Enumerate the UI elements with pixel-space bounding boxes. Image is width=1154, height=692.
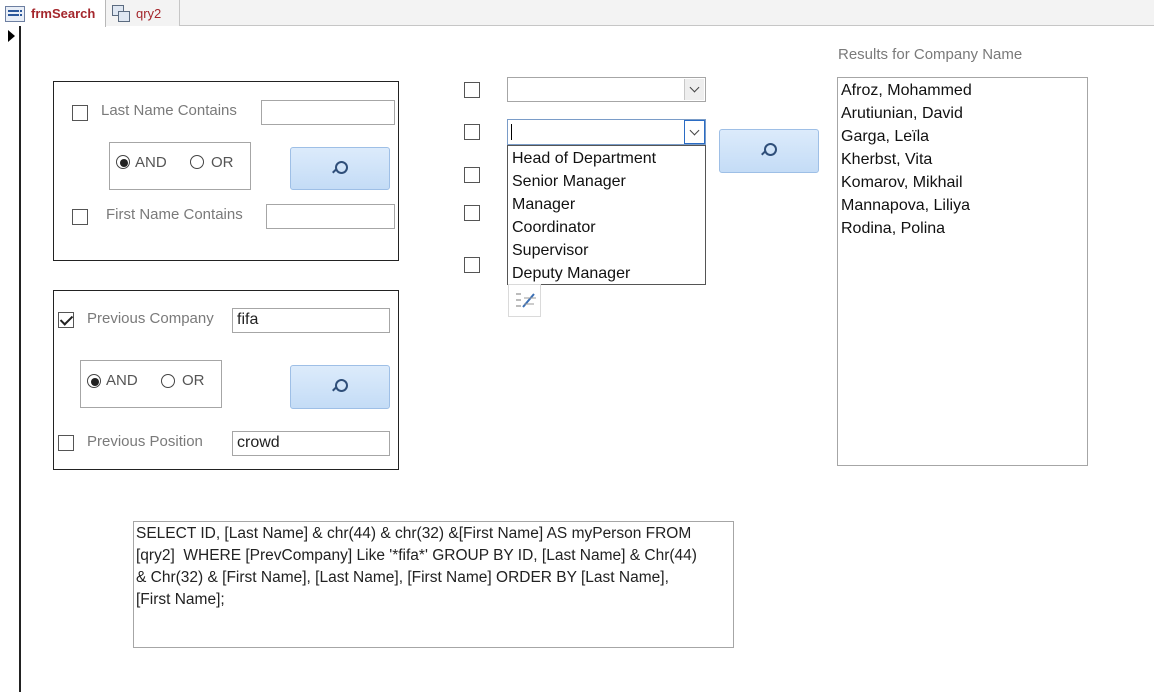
name-or-radio[interactable] — [190, 155, 204, 169]
name-or-label: OR — [211, 154, 234, 171]
text-caret — [511, 124, 512, 140]
dropdown-option[interactable]: Supervisor — [508, 239, 705, 262]
last-name-checkbox[interactable] — [72, 105, 88, 121]
last-name-input[interactable] — [261, 100, 395, 125]
list-item[interactable]: Rodina, Polina — [841, 217, 1084, 240]
list-item[interactable]: Kherbst, Vita — [841, 148, 1084, 171]
current-record-arrow-icon[interactable] — [8, 30, 15, 42]
prev-position-checkbox[interactable] — [58, 435, 74, 451]
combo-box-1[interactable] — [507, 77, 706, 102]
tab-qry2-label: qry2 — [136, 5, 162, 21]
prev-company-checkbox[interactable] — [58, 312, 74, 328]
dropdown-option[interactable]: Coordinator — [508, 216, 705, 239]
prev-company-label: Previous Company — [87, 310, 214, 327]
name-and-radio[interactable] — [116, 155, 130, 169]
list-item[interactable]: Afroz, Mohammed — [841, 79, 1084, 102]
company-and-radio[interactable] — [87, 374, 101, 388]
query-icon — [112, 5, 130, 22]
search-icon — [334, 379, 348, 392]
search-icon — [763, 143, 777, 156]
dropdown-option[interactable]: Head of Department — [508, 147, 705, 170]
prev-company-input[interactable]: fifa — [232, 308, 390, 333]
filter-checkbox-3[interactable] — [464, 167, 480, 183]
tab-frmsearch[interactable]: frmSearch — [0, 0, 106, 27]
edit-list-icon — [516, 293, 536, 308]
company-or-radio[interactable] — [161, 374, 175, 388]
results-listbox[interactable]: Afroz, Mohammed Arutiunian, David Garga,… — [837, 77, 1088, 466]
tab-qry2[interactable]: qry2 — [106, 0, 180, 26]
prev-position-label: Previous Position — [87, 433, 203, 450]
filter-checkbox-1[interactable] — [464, 82, 480, 98]
filter-checkbox-5[interactable] — [464, 257, 480, 273]
list-item[interactable]: Garga, Leïla — [841, 125, 1084, 148]
name-search-button[interactable] — [290, 147, 390, 190]
filter-checkbox-2[interactable] — [464, 124, 480, 140]
chevron-down-icon[interactable] — [684, 79, 704, 100]
dropdown-option[interactable]: Senior Manager — [508, 170, 705, 193]
edit-list-items-button[interactable] — [508, 284, 541, 317]
dropdown-option[interactable]: Deputy Manager — [508, 262, 705, 285]
first-name-label: First Name Contains — [106, 206, 243, 223]
record-selector-bar — [19, 26, 21, 692]
last-name-label: Last Name Contains — [101, 102, 237, 119]
company-or-label: OR — [182, 372, 205, 389]
dropdown-option[interactable]: Manager — [508, 193, 705, 216]
form-icon — [5, 5, 25, 22]
position-combo-box[interactable] — [507, 119, 706, 145]
position-dropdown-list: Head of Department Senior Manager Manage… — [507, 145, 706, 285]
list-item[interactable]: Mannapova, Liliya — [841, 194, 1084, 217]
position-search-button[interactable] — [719, 129, 819, 173]
first-name-checkbox[interactable] — [72, 209, 88, 225]
list-item[interactable]: Arutiunian, David — [841, 102, 1084, 125]
company-and-label: AND — [106, 372, 138, 389]
chevron-down-icon[interactable] — [684, 120, 705, 144]
sql-textbox[interactable]: SELECT ID, [Last Name] & chr(44) & chr(3… — [133, 521, 734, 648]
filter-checkbox-4[interactable] — [464, 205, 480, 221]
prev-position-input[interactable]: crowd — [232, 431, 390, 456]
tab-frmsearch-label: frmSearch — [31, 6, 96, 21]
list-item[interactable]: Komarov, Mikhail — [841, 171, 1084, 194]
search-icon — [334, 160, 348, 174]
first-name-input[interactable] — [266, 204, 395, 229]
results-title: Results for Company Name — [838, 46, 1023, 63]
company-search-button[interactable] — [290, 365, 390, 409]
name-and-label: AND — [135, 154, 167, 171]
